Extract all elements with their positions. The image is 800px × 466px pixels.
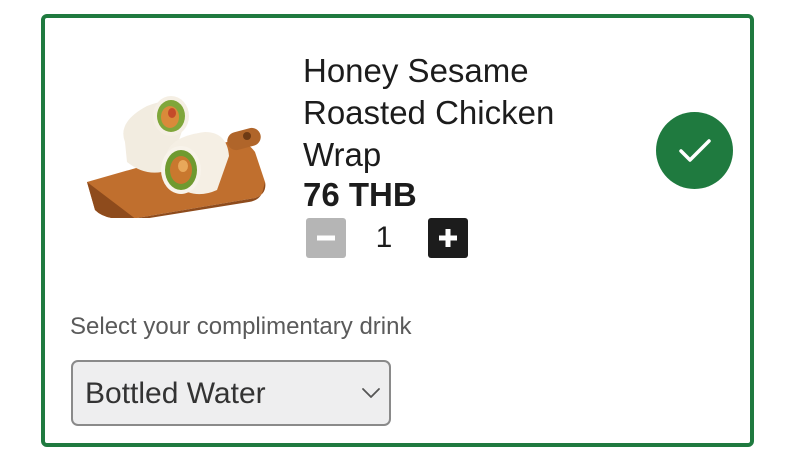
chevron-down-icon (362, 388, 380, 398)
selected-check-badge[interactable] (656, 112, 733, 189)
product-price: 76 THB (303, 176, 417, 213)
decrease-quantity-button[interactable] (306, 218, 346, 258)
drink-selected-value: Bottled Water (85, 377, 266, 410)
minus-icon (317, 235, 335, 241)
increase-quantity-button[interactable] (428, 218, 468, 258)
drink-select-dropdown[interactable]: Bottled Water (71, 360, 391, 426)
quantity-value: 1 (375, 221, 393, 254)
checkmark-icon (678, 138, 711, 162)
drink-select-label: Select your complimentary drink (70, 313, 412, 340)
plus-icon (439, 229, 457, 247)
product-name: Honey Sesame Roasted Chicken Wrap (303, 52, 555, 173)
chicken-wrap-image (87, 96, 266, 218)
product-card[interactable]: Honey Sesame Roasted Chicken Wrap 76 THB… (41, 14, 754, 447)
